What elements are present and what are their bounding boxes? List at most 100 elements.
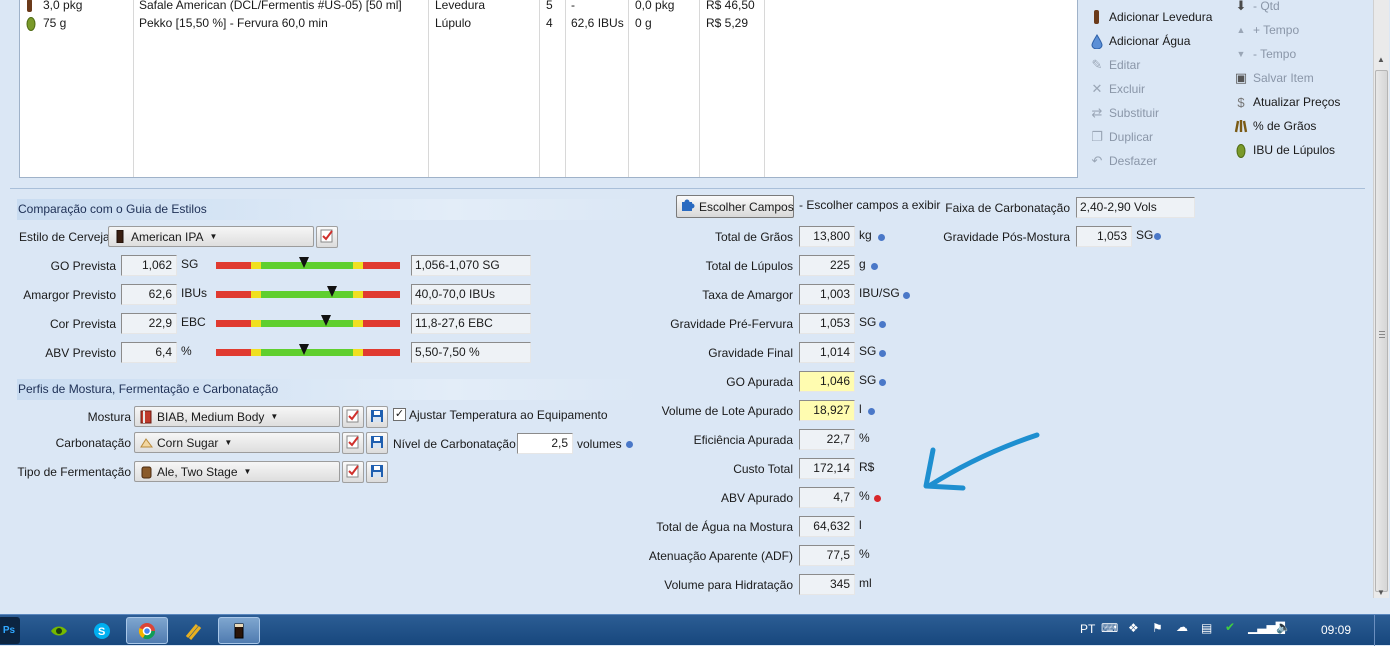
table-row[interactable]: 75 g Pekko [15,50 %] - Fervura 60,0 min … [20, 15, 1077, 33]
info-dot-icon[interactable] [879, 350, 886, 357]
duplicate-button[interactable]: ❐ Duplicar [1089, 128, 1153, 146]
field-unit: IBU/SG [859, 286, 900, 300]
info-dot-icon[interactable] [878, 234, 885, 241]
scrollbar-thumb[interactable] [1375, 70, 1388, 592]
fermentation-check-button[interactable] [342, 461, 364, 483]
keyboard-icon[interactable]: ⌨ [1101, 621, 1118, 635]
undo-label: Desfazer [1109, 154, 1158, 168]
photoshop-icon[interactable]: Ps [0, 617, 20, 644]
triangle-up-icon: ▲ [1236, 25, 1246, 35]
add-water-button[interactable]: Adicionar Água [1089, 32, 1190, 50]
arrow-down-icon: ⬇ [1235, 0, 1247, 13]
carb-range-label: Faixa de Carbonatação [945, 201, 1070, 215]
undo-button[interactable]: ↶ Desfazer [1089, 152, 1157, 170]
style-select[interactable]: American IPA ▼ [108, 226, 314, 247]
adjust-temp-checkbox[interactable]: ✓ [393, 408, 406, 421]
info-dot-icon[interactable] [879, 379, 886, 386]
show-desktop-button[interactable] [1374, 615, 1390, 646]
save-item-button[interactable]: ▣ Salvar Item [1233, 69, 1314, 87]
field-unit: SG [859, 344, 877, 358]
nvidia-icon[interactable] [38, 617, 80, 644]
volume-icon[interactable]: 🔈 [1276, 620, 1291, 634]
og-unit: SG [181, 257, 199, 271]
ibu-label: Amargor Previsto [23, 288, 116, 302]
fermentation-label: Tipo de Fermentação [17, 465, 131, 479]
fermentation-profile-value: Ale, Two Stage [157, 464, 238, 479]
clock-time[interactable]: 09:09 [1321, 623, 1351, 637]
field-label: Gravidade Pré-Fervura [670, 317, 793, 331]
scroll-up-arrow-icon[interactable]: ▲ [1377, 55, 1385, 64]
carbonation-save-button[interactable] [366, 432, 388, 454]
edit-button[interactable]: ✎ Editar [1089, 56, 1141, 74]
duplicate-icon: ❐ [1091, 129, 1103, 144]
ibu-range-bar [216, 291, 400, 298]
amount-cell: 75 g [43, 16, 67, 30]
info-dot-icon[interactable] [626, 441, 633, 448]
replace-button[interactable]: ⇄ Substituir [1089, 104, 1159, 122]
language-indicator[interactable]: PT [1080, 622, 1095, 636]
sync-icon[interactable]: ✔ [1225, 620, 1235, 634]
color-value: 22,9 [121, 313, 177, 334]
grain-percent-button[interactable]: % de Grãos [1233, 117, 1316, 135]
beer-glass-icon[interactable] [218, 617, 260, 644]
info-dot-icon[interactable] [903, 292, 910, 299]
info-dot-icon[interactable] [868, 408, 875, 415]
field-label: Volume para Hidratação [664, 578, 793, 592]
field-unit: kg [859, 228, 872, 242]
field-value: 4,7 [799, 487, 855, 508]
style-check-button[interactable] [316, 226, 338, 248]
decrease-qty-button[interactable]: ⬇ - Qtd [1233, 0, 1280, 15]
increase-time-label: + Tempo [1253, 23, 1300, 37]
abv-unit: % [181, 344, 192, 358]
amount-cell: 3,0 pkg [43, 0, 83, 12]
chevron-down-icon: ▼ [270, 412, 279, 421]
mash-check-button[interactable] [342, 406, 364, 428]
checklist-icon [346, 409, 360, 426]
info-dot-icon[interactable] [871, 263, 878, 270]
field-unit: l [859, 518, 862, 532]
scroll-down-arrow-icon[interactable]: ▼ [1377, 588, 1385, 597]
fermentation-save-button[interactable] [366, 461, 388, 483]
beer-glass-icon [113, 230, 127, 244]
vertical-scrollbar[interactable]: ▲ ▼ [1373, 0, 1389, 598]
carbonation-check-button[interactable] [342, 432, 364, 454]
flag-icon[interactable]: ⚑ [1152, 621, 1163, 635]
water-drop-icon [1089, 33, 1105, 49]
hop-ibu-button[interactable]: IBU de Lúpulos [1233, 141, 1335, 159]
warning-dot-icon[interactable] [874, 495, 881, 502]
mash-save-button[interactable] [366, 406, 388, 428]
field-unit: % [859, 431, 870, 445]
carbonation-level-input[interactable]: 2,5 [517, 433, 573, 454]
field-label: Custo Total [733, 462, 793, 476]
abv-value: 6,4 [121, 342, 177, 363]
update-prices-button[interactable]: $ Atualizar Preços [1233, 93, 1340, 111]
dropbox-icon[interactable]: ❖ [1128, 621, 1139, 635]
mash-profile-select[interactable]: BIAB, Medium Body ▼ [134, 406, 340, 427]
fermentation-profile-select[interactable]: Ale, Two Stage ▼ [134, 461, 340, 482]
ibu-cell: - [571, 0, 575, 12]
cloud-icon[interactable]: ☁ [1176, 620, 1188, 634]
field-value: 1,003 [799, 284, 855, 305]
device-icon[interactable]: ▤ [1201, 621, 1212, 635]
delete-button[interactable]: ✕ Excluir [1089, 80, 1145, 98]
mash-label: Mostura [87, 410, 131, 424]
decrease-time-button[interactable]: ▼ - Tempo [1233, 45, 1297, 63]
chrome-icon[interactable] [126, 617, 168, 644]
field-value: 1,046 [799, 371, 855, 392]
skype-icon[interactable]: S [81, 617, 123, 644]
carbonation-profile-select[interactable]: Corn Sugar ▼ [134, 432, 340, 453]
choose-fields-button[interactable]: Escolher Campos [676, 195, 794, 218]
style-guide-header: Comparação com o Guia de Estilos [17, 199, 640, 220]
field-value: 77,5 [799, 545, 855, 566]
increase-time-button[interactable]: ▲ + Tempo [1233, 21, 1300, 39]
taskbar: Ps S PT ⌨ ❖ ⚑ ☁ ▤ ✔ ▁▃▅▇ 🔈 09:09 [0, 614, 1390, 646]
name-cell: Safale American (DCL/Fermentis #US-05) [… [139, 0, 402, 12]
add-yeast-button[interactable]: Adicionar Levedura [1089, 8, 1212, 26]
info-dot-icon[interactable] [1154, 233, 1161, 240]
info-dot-icon[interactable] [879, 321, 886, 328]
chevron-down-icon: ▼ [224, 438, 233, 447]
field-value: 18,927 [799, 400, 855, 421]
field-value: 22,7 [799, 429, 855, 450]
brewing-app-icon[interactable] [172, 617, 214, 644]
table-row[interactable]: 3,0 pkg Safale American (DCL/Fermentis #… [20, 0, 1077, 15]
